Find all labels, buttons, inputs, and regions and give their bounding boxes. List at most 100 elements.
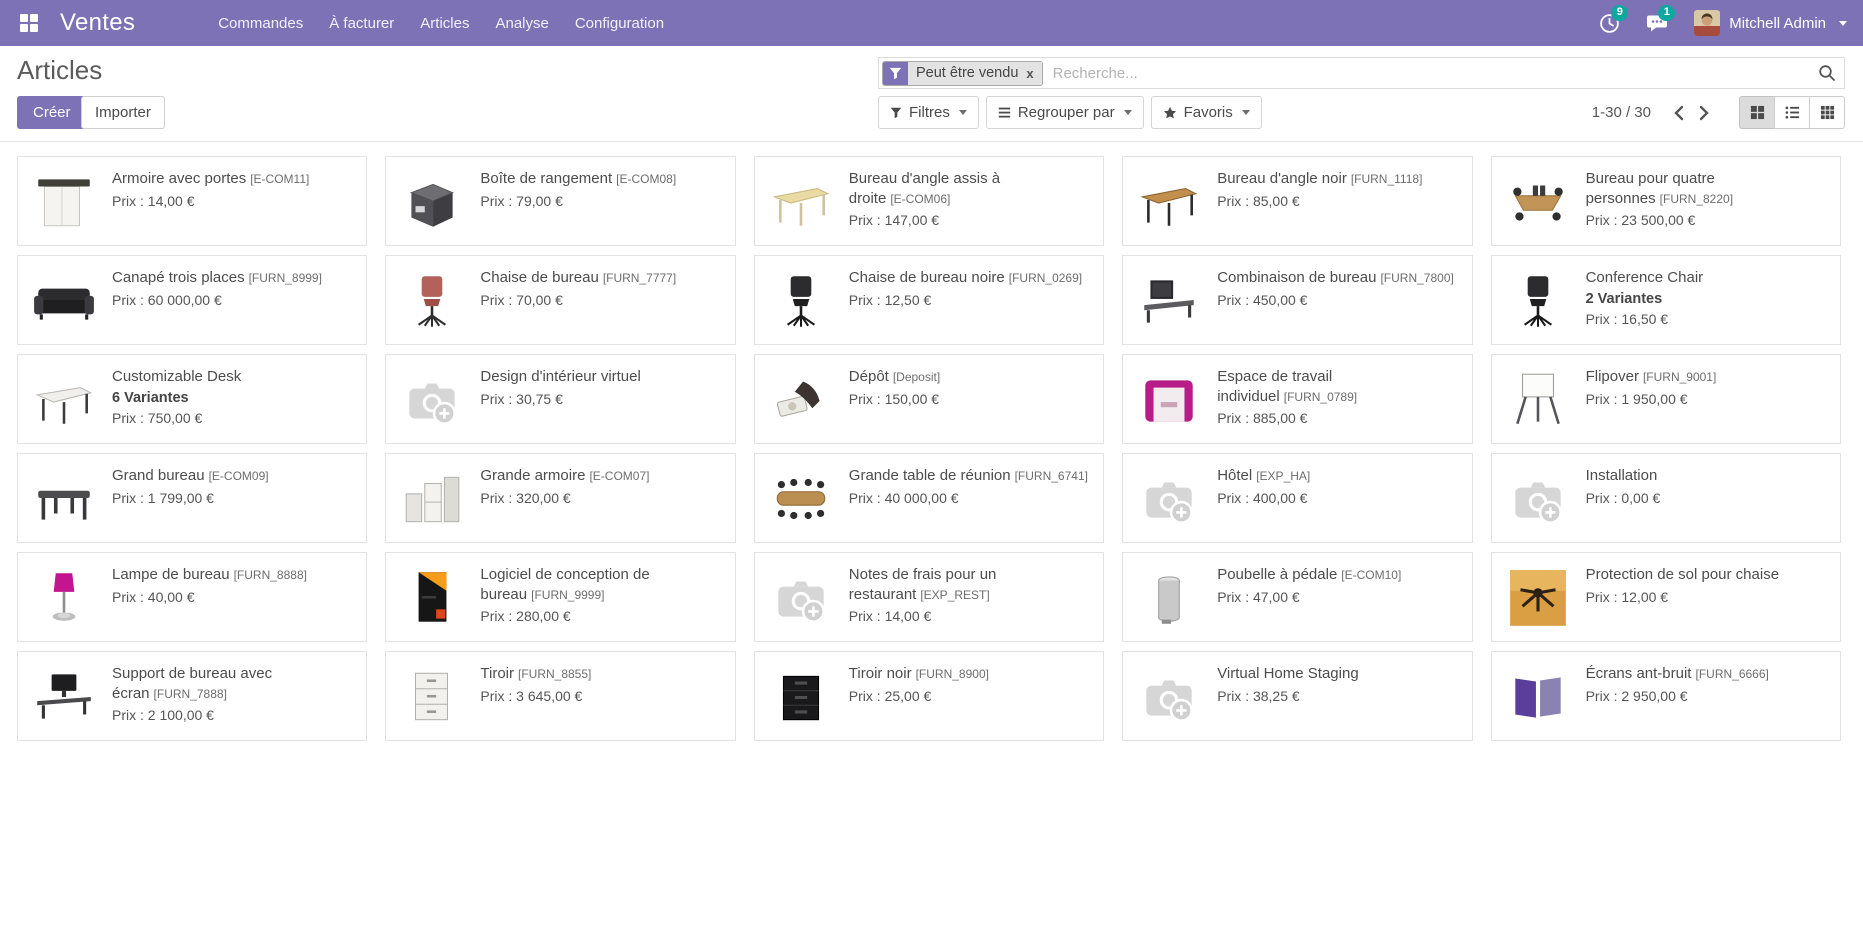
user-menu[interactable]: Mitchell Admin — [1694, 10, 1847, 36]
product-card[interactable]: Tiroir[FURN_8855] Prix : 3 645,00 € — [385, 651, 735, 741]
product-ref: [FURN_9001] — [1643, 370, 1716, 384]
menu-item--facturer[interactable]: À facturer — [316, 0, 407, 46]
product-card[interactable]: Hôtel[EXP_HA] Prix : 400,00 € — [1122, 453, 1472, 543]
messages-chat-icon[interactable]: 1 — [1646, 13, 1668, 34]
search-input[interactable] — [1043, 65, 1818, 82]
app-menu: CommandesÀ facturerArticlesAnalyseConfig… — [205, 0, 677, 46]
product-name[interactable]: Installation — [1586, 467, 1658, 484]
favorites-button[interactable]: Favoris — [1151, 96, 1262, 129]
product-price: Prix : 280,00 € — [480, 608, 724, 624]
pager-previous-icon[interactable] — [1665, 96, 1691, 129]
pager-next-icon[interactable] — [1691, 96, 1717, 129]
product-card[interactable]: Grand bureau[E-COM09] Prix : 1 799,00 € — [17, 453, 367, 543]
product-card[interactable]: Logiciel de conception de bureau[FURN_99… — [385, 552, 735, 642]
product-ref: [FURN_6666] — [1695, 667, 1768, 681]
product-name[interactable]: Tiroir noir — [849, 665, 912, 682]
create-button[interactable]: Créer — [17, 96, 87, 129]
product-card[interactable]: Conference Chair 2 Variantes Prix : 16,5… — [1491, 255, 1841, 345]
product-name[interactable]: Armoire avec portes — [112, 170, 246, 187]
product-name[interactable]: Écrans ant-bruit — [1586, 665, 1692, 682]
facet-remove-icon[interactable]: x — [1026, 67, 1033, 80]
product-card[interactable]: Protection de sol pour chaise Prix : 12,… — [1491, 552, 1841, 642]
import-button[interactable]: Importer — [81, 96, 165, 129]
product-name[interactable]: Design d'intérieur virtuel — [480, 368, 640, 385]
product-card[interactable]: Installation Prix : 0,00 € — [1491, 453, 1841, 543]
product-name[interactable]: Boîte de rangement — [480, 170, 612, 187]
product-card[interactable]: Combinaison de bureau[FURN_7800] Prix : … — [1122, 255, 1472, 345]
list-view-icon[interactable] — [1774, 96, 1810, 129]
product-name[interactable]: Hôtel — [1217, 467, 1252, 484]
product-name[interactable]: Chaise de bureau — [480, 269, 598, 286]
product-card[interactable]: Canapé trois places[FURN_8999] Prix : 60… — [17, 255, 367, 345]
product-name[interactable]: Canapé trois places — [112, 269, 245, 286]
menu-item-articles[interactable]: Articles — [407, 0, 482, 46]
product-card[interactable]: Bureau d'angle assis à droite[E-COM06] P… — [754, 156, 1104, 246]
product-card[interactable]: Lampe de bureau[FURN_8888] Prix : 40,00 … — [17, 552, 367, 642]
product-ref: [FURN_7800] — [1380, 271, 1453, 285]
product-card[interactable]: Virtual Home Staging Prix : 38,25 € — [1122, 651, 1472, 741]
cluster-thumbnail — [1502, 166, 1574, 238]
product-name[interactable]: Chaise de bureau noire — [849, 269, 1005, 286]
product-name[interactable]: Grande armoire — [480, 467, 585, 484]
kanban-view-icon[interactable] — [1739, 96, 1775, 129]
product-card[interactable]: Bureau pour quatre personnes[FURN_8220] … — [1491, 156, 1841, 246]
product-card[interactable]: Customizable Desk 6 Variantes Prix : 750… — [17, 354, 367, 444]
product-name[interactable]: Flipover — [1586, 368, 1639, 385]
product-name[interactable]: Grande table de réunion — [849, 467, 1011, 484]
product-price: Prix : 150,00 € — [849, 391, 1093, 407]
product-card[interactable]: Grande armoire[E-COM07] Prix : 320,00 € — [385, 453, 735, 543]
product-card[interactable]: Boîte de rangement[E-COM08] Prix : 79,00… — [385, 156, 735, 246]
product-card[interactable]: Dépôt[Deposit] Prix : 150,00 € — [754, 354, 1104, 444]
product-ref: [EXP_REST] — [920, 588, 989, 602]
product-name[interactable]: Combinaison de bureau — [1217, 269, 1376, 286]
menu-item-commandes[interactable]: Commandes — [205, 0, 316, 46]
product-name[interactable]: Poubelle à pédale — [1217, 566, 1337, 583]
view-switcher — [1739, 96, 1845, 129]
product-card[interactable]: Armoire avec portes[E-COM11] Prix : 14,0… — [17, 156, 367, 246]
product-price: Prix : 23 500,00 € — [1586, 212, 1830, 228]
search-facet: Peut être vendu x — [882, 61, 1043, 86]
search-icon[interactable] — [1818, 64, 1836, 82]
product-card[interactable]: Tiroir noir[FURN_8900] Prix : 25,00 € — [754, 651, 1104, 741]
product-ref: [FURN_6741] — [1015, 469, 1088, 483]
product-card[interactable]: Flipover[FURN_9001] Prix : 1 950,00 € — [1491, 354, 1841, 444]
star-icon — [1163, 106, 1177, 120]
menu-item-analyse[interactable]: Analyse — [482, 0, 561, 46]
product-name[interactable]: Lampe de bureau — [112, 566, 230, 583]
menu-item-configuration[interactable]: Configuration — [562, 0, 677, 46]
apps-grid-icon[interactable] — [16, 10, 42, 36]
product-name[interactable]: Grand bureau — [112, 467, 205, 484]
product-ref: [FURN_0269] — [1009, 271, 1082, 285]
product-card[interactable]: Grande table de réunion [FURN_6741] Prix … — [754, 453, 1104, 543]
product-card[interactable]: Chaise de bureau noire[FURN_0269] Prix :… — [754, 255, 1104, 345]
product-name[interactable]: Bureau d'angle noir — [1217, 170, 1347, 187]
product-name[interactable]: Conference Chair — [1586, 269, 1704, 286]
product-card[interactable]: Design d'intérieur virtuel Prix : 30,75 … — [385, 354, 735, 444]
product-card[interactable]: Poubelle à pédale[E-COM10] Prix : 47,00 … — [1122, 552, 1472, 642]
app-title[interactable]: Ventes — [60, 9, 135, 37]
product-card[interactable]: Espace de travail individuel[FURN_0789] … — [1122, 354, 1472, 444]
product-name[interactable]: Protection de sol pour chaise — [1586, 566, 1779, 583]
product-name[interactable]: Tiroir — [480, 665, 514, 682]
product-price: Prix : 79,00 € — [480, 193, 724, 209]
activities-clock-icon[interactable]: 9 — [1599, 13, 1620, 34]
placeholder-thumbnail — [1133, 661, 1205, 733]
product-price: Prix : 14,00 € — [849, 608, 1093, 624]
product-price: Prix : 70,00 € — [480, 292, 724, 308]
filters-button[interactable]: Filtres — [878, 96, 979, 129]
product-name[interactable]: Customizable Desk — [112, 368, 241, 385]
product-ref: [FURN_8999] — [249, 271, 322, 285]
product-card[interactable]: Chaise de bureau[FURN_7777] Prix : 70,00… — [385, 255, 735, 345]
product-card[interactable]: Notes de frais pour un restaurant[EXP_RE… — [754, 552, 1104, 642]
product-price: Prix : 40 000,00 € — [849, 490, 1093, 506]
sales-app-window: Ventes CommandesÀ facturerArticlesAnalys… — [0, 0, 1863, 938]
group-by-button[interactable]: Regrouper par — [986, 96, 1144, 129]
product-ref: [FURN_8220] — [1660, 192, 1733, 206]
product-name[interactable]: Virtual Home Staging — [1217, 665, 1358, 682]
pager-range: 1-30 / 30 — [1592, 104, 1651, 121]
grid-view-icon[interactable] — [1809, 96, 1845, 129]
product-card[interactable]: Écrans ant-bruit[FURN_6666] Prix : 2 950… — [1491, 651, 1841, 741]
product-card[interactable]: Bureau d'angle noir[FURN_1118] Prix : 85… — [1122, 156, 1472, 246]
product-name[interactable]: Dépôt — [849, 368, 889, 385]
product-card[interactable]: Support de bureau avec écran[FURN_7888] … — [17, 651, 367, 741]
